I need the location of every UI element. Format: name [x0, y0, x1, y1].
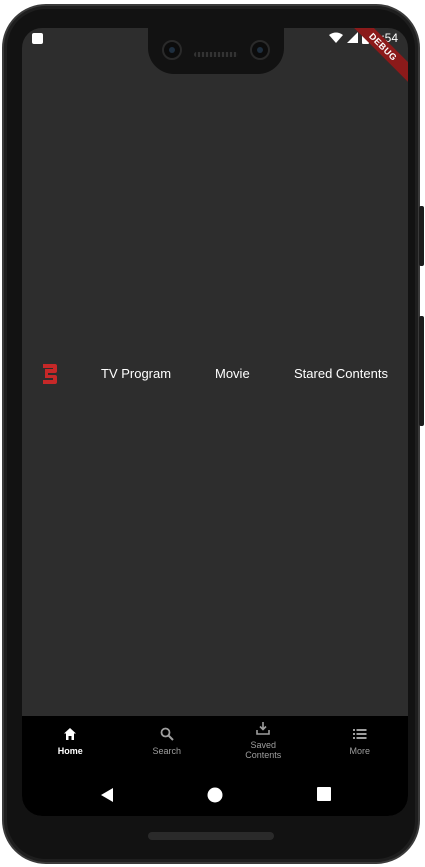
bottom-nav-label: More [349, 746, 370, 756]
nav-link-stared-contents[interactable]: Stared Contents [294, 366, 388, 381]
home-circle-icon[interactable] [207, 787, 223, 803]
notification-icon [32, 33, 43, 44]
app-screen: 1:54 DEBUG TV Program Movie Stared Conte… [22, 28, 408, 816]
bottom-nav-more[interactable]: More [312, 716, 409, 774]
bottom-speaker-grille [148, 832, 274, 840]
power-button [419, 206, 424, 266]
front-camera-icon [162, 40, 182, 60]
bottom-nav-home[interactable]: Home [22, 716, 119, 774]
brand-logo-icon[interactable] [40, 362, 60, 386]
download-icon [256, 722, 271, 735]
recent-apps-icon[interactable] [317, 787, 331, 801]
camera-notch [148, 28, 284, 74]
bottom-nav-label: Saved Contents [245, 740, 282, 760]
wifi-icon [328, 32, 343, 43]
bottom-nav-saved-contents[interactable]: Saved Contents [215, 716, 312, 774]
android-system-navigation [22, 774, 408, 816]
nav-link-tv-program[interactable]: TV Program [101, 366, 171, 381]
bottom-nav-search[interactable]: Search [119, 716, 216, 774]
cellular-signal-icon [346, 32, 358, 43]
back-icon[interactable] [100, 787, 114, 803]
bottom-nav-label: Home [57, 746, 83, 756]
earpiece-speaker [194, 52, 238, 57]
volume-button [419, 316, 424, 426]
nav-link-movie[interactable]: Movie [215, 366, 250, 381]
bottom-nav-label: Search [152, 746, 182, 756]
home-icon [64, 728, 77, 740]
search-icon [160, 727, 174, 741]
front-sensor-icon [250, 40, 270, 60]
list-icon [352, 729, 367, 739]
bottom-navigation-bar: Home Search Saved Contents More [22, 716, 408, 774]
phone-frame: 1:54 DEBUG TV Program Movie Stared Conte… [2, 4, 424, 864]
top-navigation: TV Program Movie Stared Contents [22, 360, 408, 388]
